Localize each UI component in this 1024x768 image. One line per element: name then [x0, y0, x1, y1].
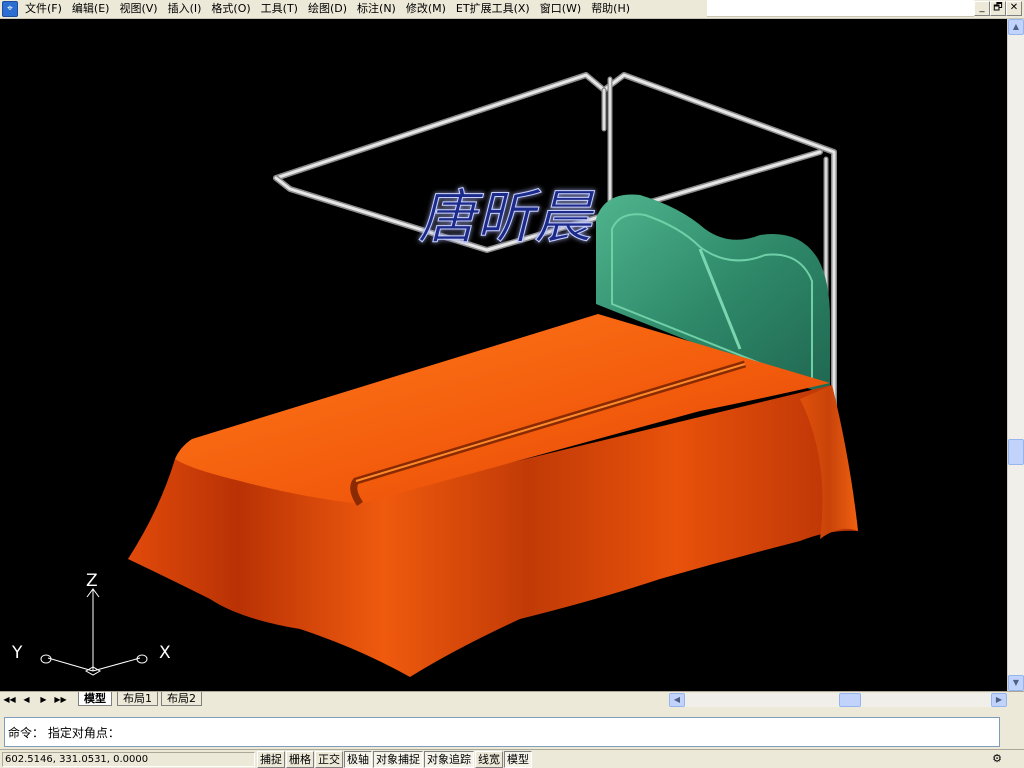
command-line: 命令： 指定对角点： [8, 724, 120, 741]
vertical-scroll-thumb[interactable] [1008, 439, 1024, 465]
app-icon[interactable]: ⌖ [2, 1, 18, 17]
restore-icon[interactable]: 🗗 [990, 1, 1006, 16]
menu-item-0[interactable]: 文件(F) [20, 0, 67, 19]
vertical-scrollbar[interactable]: ▲ ▼ [1007, 19, 1024, 691]
menu-item-1[interactable]: 编辑(E) [67, 0, 115, 19]
command-window: 命令： 指定对角点： [0, 707, 1024, 749]
command-text: 指定对角点： [47, 726, 120, 740]
bed-3d-model: 唐昕晨 Z Y X [11, 72, 858, 677]
prev-tab-icon[interactable]: ◀ [20, 693, 33, 706]
minimize-icon[interactable]: _ [974, 1, 990, 16]
menu-bar: ⌖ 文件(F) 编辑(E) 视图(V) 插入(I) 格式(O) 工具(T) 绘图(D) 标注(… [0, 0, 1024, 19]
status-toggle-0[interactable]: 捕捉 [257, 751, 285, 768]
ucs-y-label: Y [11, 643, 23, 663]
status-toggle-4[interactable]: 对象捕捉 [373, 751, 423, 768]
command-prompt: 命令： [8, 726, 45, 740]
status-toggle-3[interactable]: 极轴 [344, 751, 372, 768]
menu-item-11[interactable]: 帮助(H) [586, 0, 635, 19]
first-tab-icon[interactable]: ◀◀ [3, 693, 16, 706]
tray-icon[interactable]: ⚙ [988, 752, 1006, 766]
menu-item-9[interactable]: ET扩展工具(X) [451, 0, 535, 19]
menu-item-2[interactable]: 视图(V) [114, 0, 162, 19]
watermark-text: 唐昕晨 [418, 183, 595, 251]
tab-layout2[interactable]: 布局2 [161, 692, 202, 706]
horizontal-scroll-thumb[interactable] [839, 693, 861, 707]
scroll-down-icon[interactable]: ▼ [1008, 675, 1024, 691]
coordinate-readout[interactable]: 602.5146, 331.0531, 0.0000 [2, 752, 255, 767]
status-toggle-7[interactable]: 模型 [504, 751, 532, 768]
status-toggle-5[interactable]: 对象追踪 [424, 751, 474, 768]
status-bar: 602.5146, 331.0531, 0.0000 捕捉 栅格 正交 极轴 对象捕捉对… [0, 749, 1024, 768]
tab-layout1[interactable]: 布局1 [117, 692, 158, 706]
ucs-z-label: Z [86, 571, 98, 591]
command-box[interactable] [4, 717, 1000, 747]
menu-item-7[interactable]: 标注(N) [352, 0, 401, 19]
ucs-x-label: X [159, 643, 171, 663]
last-tab-icon[interactable]: ▶▶ [54, 693, 67, 706]
close-icon[interactable]: ✕ [1006, 1, 1022, 16]
status-toggle-2[interactable]: 正交 [315, 751, 343, 768]
menu-spacer [707, 0, 974, 17]
menu-item-3[interactable]: 插入(I) [163, 0, 207, 19]
menu-item-8[interactable]: 修改(M) [401, 0, 451, 19]
status-toggle-group: 捕捉 栅格 正交 极轴 对象捕捉 对象追踪 线宽 模型 [257, 751, 533, 768]
status-toggle-6[interactable]: 线宽 [475, 751, 503, 768]
menu-item-4[interactable]: 格式(O) [206, 0, 255, 19]
menu-item-5[interactable]: 工具(T) [256, 0, 303, 19]
horizontal-scrollbar[interactable]: ◀ ▶ [669, 693, 1007, 707]
tab-model[interactable]: 模型 [78, 692, 112, 706]
next-tab-icon[interactable]: ▶ [37, 693, 50, 706]
scroll-left-icon[interactable]: ◀ [669, 693, 685, 707]
scroll-up-icon[interactable]: ▲ [1008, 19, 1024, 35]
ucs-icon [40, 588, 148, 676]
status-toggle-1[interactable]: 栅格 [286, 751, 314, 768]
menu-item-10[interactable]: 窗口(W) [535, 0, 586, 19]
scroll-right-icon[interactable]: ▶ [991, 693, 1007, 707]
drawing-canvas[interactable]: 唐昕晨 Z Y X [0, 19, 1007, 691]
menu-item-6[interactable]: 绘图(D) [303, 0, 352, 19]
layout-tab-row: ◀◀ ◀ ▶ ▶▶ 模型 布局1 布局2 ◀ ▶ [0, 691, 1024, 707]
menu-items: 文件(F) 编辑(E) 视图(V) 插入(I) 格式(O) 工具(T) 绘图(D) 标注(N)… [20, 0, 635, 19]
